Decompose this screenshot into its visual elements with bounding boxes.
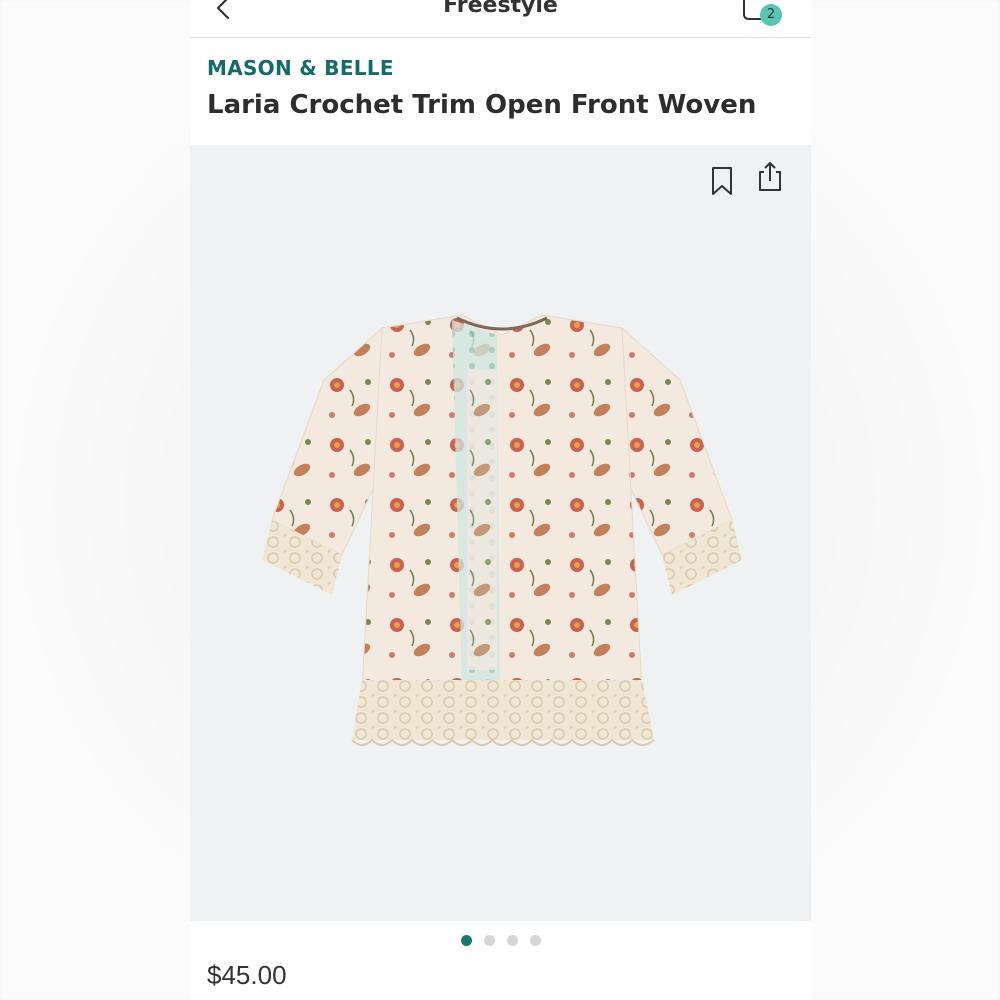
product-image <box>262 314 742 746</box>
product-image-gallery[interactable] <box>190 145 811 921</box>
carousel-dots <box>190 933 811 947</box>
carousel-dot[interactable] <box>506 935 518 946</box>
top-nav-bar: Freestyle 2 <box>190 0 811 38</box>
page-title: Freestyle <box>443 0 558 18</box>
product-title: Laria Crochet Trim Open Front Woven <box>207 90 757 120</box>
product-price: $45.00 <box>207 960 287 990</box>
app-screen: Freestyle 2 MASON & BELLE Laria Crochet … <box>190 0 811 1000</box>
share-icon <box>759 162 781 191</box>
carousel-dot[interactable] <box>460 935 472 946</box>
carousel-dot[interactable] <box>529 935 541 946</box>
save-button[interactable] <box>709 165 735 197</box>
carousel-dot[interactable] <box>483 935 495 946</box>
share-button[interactable] <box>756 160 784 194</box>
brand-name[interactable]: MASON & BELLE <box>207 56 394 80</box>
bookmark-icon <box>712 167 732 195</box>
cart-count-badge: 2 <box>760 4 782 26</box>
